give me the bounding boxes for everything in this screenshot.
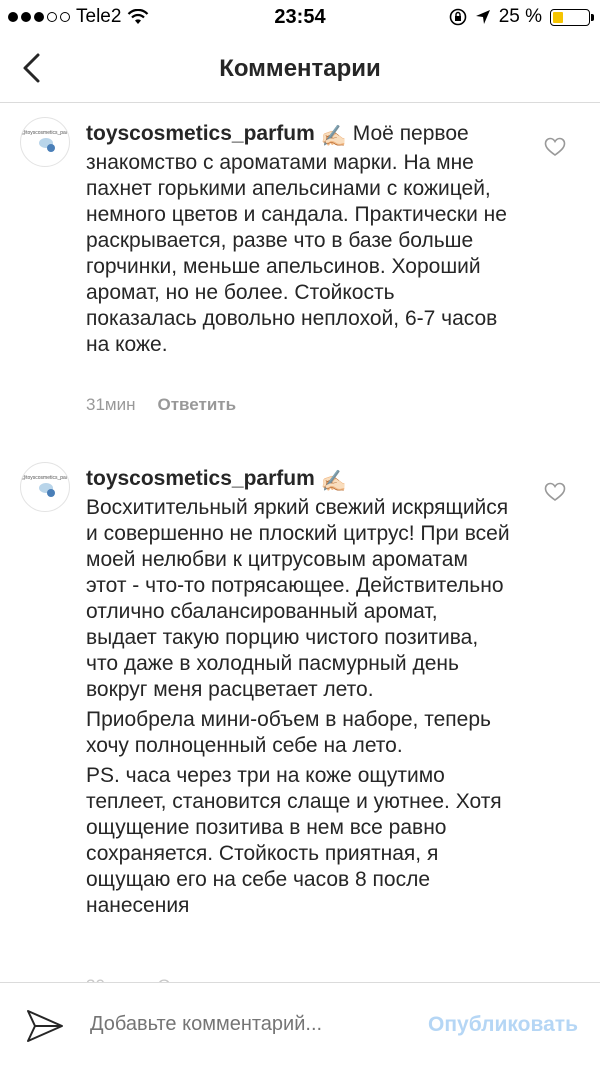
like-heart-icon[interactable]	[544, 137, 566, 157]
rotation-lock-icon	[449, 8, 466, 26]
like-heart-icon[interactable]	[544, 482, 566, 502]
avatar[interactable]: @toyscosmetics_parfum	[20, 117, 70, 167]
writing-hand-icon: ✍🏻	[320, 470, 347, 493]
comment-time: 31мин	[86, 395, 136, 414]
avatar[interactable]: @toyscosmetics_parfum	[20, 462, 70, 512]
comment-text: toyscosmetics_parfum ✍🏻 Восхитительный яр…	[86, 466, 511, 923]
comment-composer: Опубликовать	[0, 982, 600, 1067]
comment-username[interactable]: toyscosmetics_parfum	[86, 467, 315, 490]
send-icon[interactable]	[26, 1009, 64, 1043]
comment-username[interactable]: toyscosmetics_parfum	[86, 122, 315, 145]
comment-body: Восхитительный яркий свежий искрящийся и…	[86, 496, 510, 701]
comment-body: Моё первое знакомство с ароматами марки.…	[86, 122, 507, 356]
battery-icon	[550, 8, 594, 26]
comment-input[interactable]	[90, 1013, 380, 1036]
page-title: Комментарии	[219, 55, 381, 82]
avatar-handle: @toyscosmetics_parfum	[21, 475, 69, 481]
location-icon	[475, 10, 490, 24]
comment-meta: 31мин Ответить	[86, 395, 236, 415]
publish-button[interactable]: Опубликовать	[428, 1013, 578, 1037]
reply-button[interactable]: Ответить	[157, 395, 236, 415]
comment-paragraph: PS. часа через три на коже ощутимо тепле…	[86, 764, 502, 917]
avatar-handle: @toyscosmetics_parfum	[21, 130, 69, 136]
status-right: 25 %	[449, 6, 594, 28]
nav-bar: Комментарии	[0, 36, 600, 103]
comment-paragraph: Приобрела мини-объем в наборе, теперь хо…	[86, 708, 491, 757]
battery-percent: 25 %	[498, 6, 542, 27]
comment-text: toyscosmetics_parfum ✍🏻 Моё первое знаком…	[86, 121, 511, 362]
writing-hand-icon: ✍🏻	[320, 125, 347, 148]
status-bar: Tele2 23:54 25 %	[0, 0, 600, 36]
